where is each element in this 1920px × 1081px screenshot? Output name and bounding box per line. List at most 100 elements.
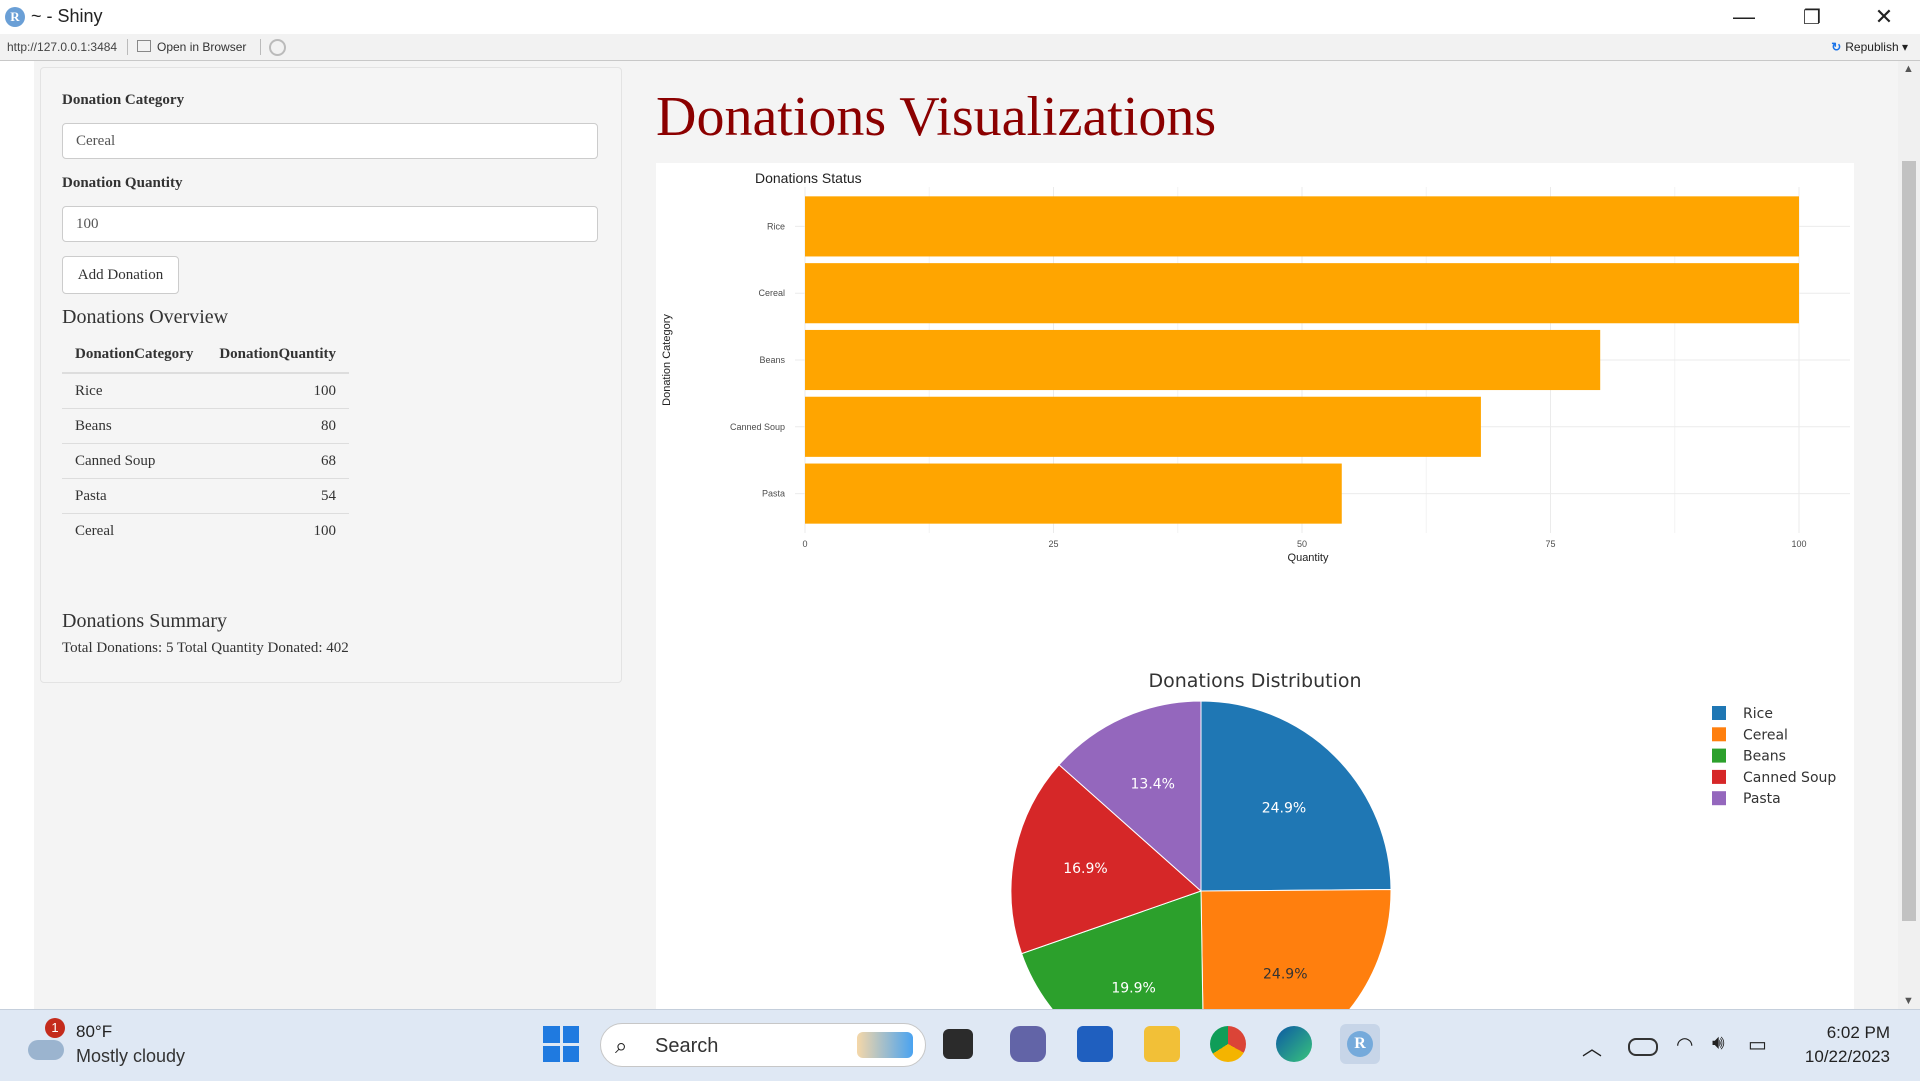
battery-icon[interactable]: ▭ [1748, 1032, 1767, 1057]
legend-label: Rice [1743, 706, 1773, 722]
quantity-input[interactable]: 100 [62, 206, 598, 242]
volume-icon[interactable]: 🔊︎ [1712, 1032, 1725, 1055]
pie-chart-title: Donations Distribution [1148, 670, 1361, 692]
category-input[interactable]: Cereal [62, 123, 598, 159]
x-axis-label: Quantity [1288, 552, 1329, 564]
chrome-icon[interactable] [1210, 1026, 1246, 1062]
x-tick-label: 75 [1545, 539, 1555, 549]
legend-label: Cereal [1743, 727, 1788, 743]
weather-badge: 1 [45, 1018, 65, 1038]
open-in-browser-label: Open in Browser [157, 40, 247, 54]
scroll-down-icon[interactable]: ▼ [1903, 995, 1914, 1007]
legend-label: Pasta [1743, 791, 1781, 807]
x-tick-label: 100 [1791, 539, 1806, 549]
open-in-browser-button[interactable]: Open in Browser [137, 40, 246, 54]
table-row: Canned Soup 68 [62, 443, 350, 479]
add-donation-button[interactable]: Add Donation [62, 256, 179, 294]
slice-percent-label: 13.4% [1131, 777, 1175, 793]
slice-percent-label: 24.9% [1262, 800, 1306, 816]
cell-category: Canned Soup [62, 443, 207, 479]
table-row: Cereal 100 [62, 513, 350, 548]
legend-swatch [1712, 748, 1726, 763]
file-explorer-icon[interactable] [1144, 1026, 1180, 1062]
table-row: Beans 80 [62, 408, 350, 444]
cell-quantity: 54 [206, 478, 350, 514]
quantity-label: Donation Quantity [62, 175, 183, 191]
url-text[interactable]: http://127.0.0.1:3484 [7, 40, 117, 54]
y-tick-label: Beans [759, 355, 785, 365]
cell-quantity: 100 [206, 513, 350, 548]
scrollbar-thumb[interactable] [1902, 161, 1916, 921]
x-tick-label: 25 [1048, 539, 1058, 549]
republish-button[interactable]: ↻ Republish ▾ [1831, 40, 1908, 54]
clock-date: 10/22/2023 [1804, 1047, 1890, 1066]
address-bar: http://127.0.0.1:3484 Open in Browser ↻ R… [0, 34, 1920, 61]
slice-percent-label: 24.9% [1263, 966, 1307, 982]
window-titlebar: R ~ - Shiny — ❐ ✕ [0, 0, 1920, 34]
weather-description[interactable]: Mostly cloudy [76, 1046, 185, 1067]
minimize-button[interactable]: — [1716, 2, 1772, 32]
vertical-scrollbar[interactable]: ▲ ▼ [1898, 61, 1920, 1009]
category-label: Donation Category [62, 92, 185, 108]
pie-chart: 24.9% 24.9% 19.9% 16.9% 13.4% Donations Distr… [1010, 670, 1836, 1009]
y-tick-label: Canned Soup [730, 422, 785, 432]
bar-pasta [805, 463, 1342, 524]
microsoft-store-icon[interactable] [1077, 1026, 1113, 1062]
teams-chat-icon[interactable] [1010, 1026, 1046, 1062]
y-tick-label: Pasta [762, 489, 785, 499]
legend-swatch [1712, 706, 1726, 720]
pie-slice-rice [1200, 700, 1392, 892]
refresh-icon[interactable] [269, 39, 286, 56]
wifi-icon[interactable]: ◠ [1676, 1032, 1693, 1057]
column-header-quantity: DonationQuantity [206, 336, 350, 374]
weather-temperature[interactable]: 80°F [76, 1022, 112, 1042]
cell-category: Cereal [62, 513, 207, 548]
system-clock[interactable]: 6:02 PM 10/22/2023 [1805, 1021, 1890, 1069]
slice-percent-label: 16.9% [1063, 861, 1107, 877]
cell-category: Rice [62, 372, 207, 409]
republish-label: Republish [1845, 40, 1899, 54]
x-tick-label: 50 [1297, 539, 1307, 549]
summary-text: Total Donations: 5 Total Quantity Donate… [62, 640, 349, 656]
search-placeholder: Search [655, 1035, 719, 1057]
divider [260, 39, 261, 55]
legend-swatch [1712, 791, 1726, 806]
taskbar: 1 80°F Mostly cloudy ⌕ Search R ︿ ◠ 🔊︎ ▭… [0, 1009, 1920, 1081]
tray-chevron-icon[interactable]: ︿ [1582, 1032, 1602, 1061]
cell-category: Pasta [62, 478, 207, 514]
x-tick-label: 0 [802, 539, 807, 549]
divider [127, 39, 128, 55]
scroll-up-icon[interactable]: ▲ [1903, 63, 1914, 75]
sidebar-panel: Donation Category Cereal Donation Quanti… [40, 67, 622, 683]
rstudio-taskbar-icon[interactable]: R [1340, 1024, 1380, 1064]
clock-time: 6:02 PM [1826, 1023, 1890, 1042]
bar-chart-title: Donations Status [755, 170, 862, 186]
weather-cloud-icon[interactable] [28, 1040, 64, 1060]
close-button[interactable]: ✕ [1856, 2, 1912, 32]
edge-icon[interactable] [1276, 1026, 1312, 1062]
cell-quantity: 100 [206, 372, 350, 409]
chevron-down-icon[interactable]: ▾ [1902, 40, 1908, 54]
r-logo-icon: R [5, 7, 25, 27]
table-row: Pasta 54 [62, 478, 350, 514]
bar-rice [805, 196, 1799, 257]
bar-beans [805, 329, 1601, 391]
task-view-icon[interactable] [943, 1029, 973, 1059]
cell-quantity: 80 [206, 408, 350, 444]
browser-icon [137, 40, 151, 52]
search-icon: ⌕ [615, 1033, 628, 1058]
onedrive-icon[interactable] [1628, 1038, 1658, 1056]
pie-slice-cereal [1200, 889, 1392, 1009]
legend-label: Canned Soup [1743, 770, 1836, 786]
taskbar-search[interactable]: ⌕ Search [600, 1023, 926, 1067]
start-button[interactable] [543, 1026, 579, 1062]
cell-quantity: 68 [206, 443, 350, 479]
y-tick-label: Rice [767, 221, 785, 231]
restore-button[interactable]: ❐ [1784, 2, 1840, 32]
bar-chart: Rice Cereal Beans Canned Soup Pasta 0 25 50 75 10… [661, 170, 1850, 564]
bar-chart-panel: Rice Cereal Beans Canned Soup Pasta 0 25 50 75 10… [656, 163, 1854, 619]
column-header-category: DonationCategory [62, 336, 207, 374]
republish-icon: ↻ [1831, 40, 1842, 54]
page-margin [0, 61, 34, 1009]
y-axis-label: Donation Category [661, 314, 673, 406]
